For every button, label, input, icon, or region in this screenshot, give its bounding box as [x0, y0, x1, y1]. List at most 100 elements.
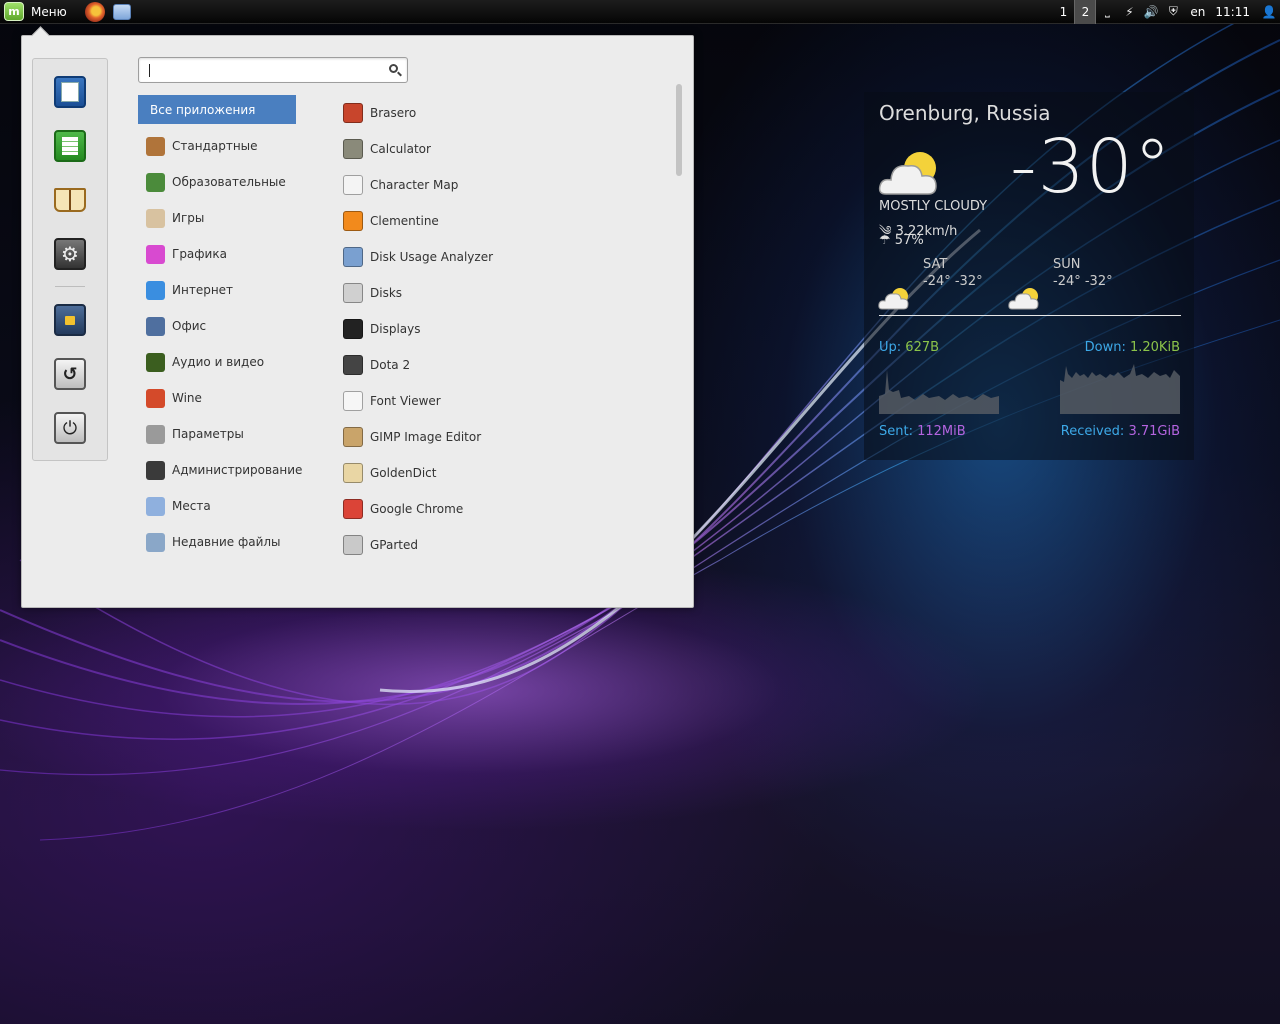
- writer-icon[interactable]: [54, 76, 86, 108]
- category-administration[interactable]: Администрирование: [138, 452, 302, 488]
- files-icon[interactable]: [112, 3, 131, 20]
- weather-city: Orenburg, Russia: [879, 101, 1051, 125]
- calculator-icon: [343, 139, 363, 159]
- category-internet[interactable]: Интернет: [138, 272, 296, 308]
- app-item-gimp[interactable]: GIMP Image Editor: [342, 419, 642, 455]
- category-wine[interactable]: Wine: [138, 380, 296, 416]
- category-label: Места: [172, 499, 211, 513]
- app-label: Clementine: [370, 214, 439, 228]
- recent-files-icon: [146, 532, 165, 552]
- upload-graph: [879, 370, 999, 414]
- logout-icon[interactable]: [54, 358, 86, 390]
- category-preferences[interactable]: Параметры: [138, 416, 296, 452]
- network-icon[interactable]: ⚡: [1118, 0, 1140, 24]
- forecast-cloudy-icon: [1008, 288, 1039, 310]
- category-list: Все приложения Стандартные Образовательные…: [138, 95, 302, 560]
- shield-icon[interactable]: ⛨: [1162, 0, 1184, 24]
- system-tray: 1 2 ⎵ ⚡ 🔊 ⛨ en 11:11 👤: [1052, 0, 1280, 24]
- app-item-brasero[interactable]: Brasero: [342, 95, 642, 131]
- gparted-icon: [343, 535, 363, 555]
- clock[interactable]: 11:11: [1211, 5, 1258, 19]
- dictionary-icon[interactable]: [54, 184, 86, 216]
- clementine-icon: [343, 211, 363, 231]
- mint-logo-icon: m: [4, 2, 24, 21]
- category-places[interactable]: Места: [138, 488, 296, 524]
- category-label: Офис: [172, 319, 207, 333]
- received-value: 3.71GiB: [1128, 424, 1180, 439]
- disk-usage-icon: [343, 247, 363, 267]
- lock-screen-icon[interactable]: [54, 304, 86, 336]
- weather-condition: MOSTLY CLOUDY: [879, 199, 988, 214]
- menu-label: Меню: [31, 4, 67, 19]
- category-games[interactable]: Игры: [138, 200, 296, 236]
- application-menu: Все приложения Стандартные Образовательные…: [21, 35, 694, 608]
- forecast-cloudy-icon: [878, 288, 909, 310]
- character-map-icon: [343, 175, 363, 195]
- weather-divider: [879, 315, 1181, 316]
- user-icon[interactable]: 👤: [1258, 0, 1280, 24]
- font-viewer-icon: [343, 391, 363, 411]
- app-item-goldendict[interactable]: GoldenDict: [342, 455, 642, 491]
- network-received: Received: 3.71GiB: [1061, 424, 1180, 439]
- app-label: GIMP Image Editor: [370, 430, 482, 444]
- app-label: Displays: [370, 322, 421, 336]
- brasero-icon: [343, 103, 363, 123]
- workspace-1[interactable]: 1: [1052, 0, 1074, 24]
- forecast-day-sat: SAT: [923, 257, 948, 272]
- wine-icon: [146, 388, 165, 408]
- category-label: Образовательные: [172, 175, 286, 189]
- volume-icon[interactable]: 🔊: [1140, 0, 1162, 24]
- app-item-gparted[interactable]: GParted: [342, 527, 642, 563]
- app-item-character-map[interactable]: Character Map: [342, 167, 642, 203]
- keyboard-layout[interactable]: en: [1184, 5, 1211, 19]
- category-education[interactable]: Образовательные: [138, 164, 296, 200]
- sent-label: Sent:: [879, 424, 913, 439]
- forecast-range-sun: -24° -32°: [1053, 274, 1113, 289]
- search-field[interactable]: [138, 57, 408, 83]
- category-label: Игры: [172, 211, 205, 225]
- app-item-displays[interactable]: Displays: [342, 311, 642, 347]
- favorites-separator: [55, 286, 85, 287]
- down-label: Down:: [1084, 340, 1126, 355]
- screen-icon[interactable]: ⎵: [1096, 0, 1118, 24]
- category-multimedia[interactable]: Аудио и видео: [138, 344, 296, 380]
- app-item-clementine[interactable]: Clementine: [342, 203, 642, 239]
- menu-button[interactable]: m Меню: [0, 0, 73, 24]
- app-item-chrome[interactable]: Google Chrome: [342, 491, 642, 527]
- sent-value: 112MiB: [917, 424, 966, 439]
- app-item-disks[interactable]: Disks: [342, 275, 642, 311]
- favorites-panel: [32, 58, 108, 461]
- app-item-disk-usage[interactable]: Disk Usage Analyzer: [342, 239, 642, 275]
- category-label: Администрирование: [172, 463, 303, 477]
- games-icon: [146, 208, 165, 228]
- app-label: GoldenDict: [370, 466, 437, 480]
- app-label: Disks: [370, 286, 403, 300]
- category-label: Все приложения: [150, 102, 256, 117]
- app-item-calculator[interactable]: Calculator: [342, 131, 642, 167]
- places-icon: [146, 496, 165, 516]
- power-icon[interactable]: [54, 412, 86, 444]
- category-graphics[interactable]: Графика: [138, 236, 296, 272]
- category-label: Графика: [172, 247, 227, 261]
- app-item-dota2[interactable]: Dota 2: [342, 347, 642, 383]
- category-accessories[interactable]: Стандартные: [138, 128, 296, 164]
- settings-icon[interactable]: [54, 238, 86, 270]
- app-list-scrollbar[interactable]: [676, 84, 682, 176]
- firefox-icon[interactable]: [84, 1, 105, 22]
- calc-icon[interactable]: [54, 130, 86, 162]
- category-all-apps[interactable]: Все приложения: [138, 95, 296, 124]
- umbrella-icon: ☂: [879, 233, 891, 248]
- received-label: Received:: [1060, 424, 1125, 439]
- category-recent-files[interactable]: Недавние файлы: [138, 524, 296, 560]
- top-panel: m Меню 1 2 ⎵ ⚡ 🔊 ⛨ en 11:11 👤: [0, 0, 1280, 24]
- app-item-font-viewer[interactable]: Font Viewer: [342, 383, 642, 419]
- application-list: Brasero Calculator Character Map Clementine…: [342, 95, 642, 563]
- search-input[interactable]: [147, 62, 377, 79]
- category-label: Стандартные: [172, 139, 258, 153]
- search-icon[interactable]: [389, 64, 398, 73]
- network-up: Up: 627B: [879, 340, 939, 355]
- forecast-range-sat: -24° -32°: [923, 274, 983, 289]
- weather-desklet: Orenburg, Russia -30° MOSTLY CLOUDY ༄ 3.…: [864, 92, 1194, 460]
- workspace-2[interactable]: 2: [1074, 0, 1097, 24]
- category-office[interactable]: Офис: [138, 308, 296, 344]
